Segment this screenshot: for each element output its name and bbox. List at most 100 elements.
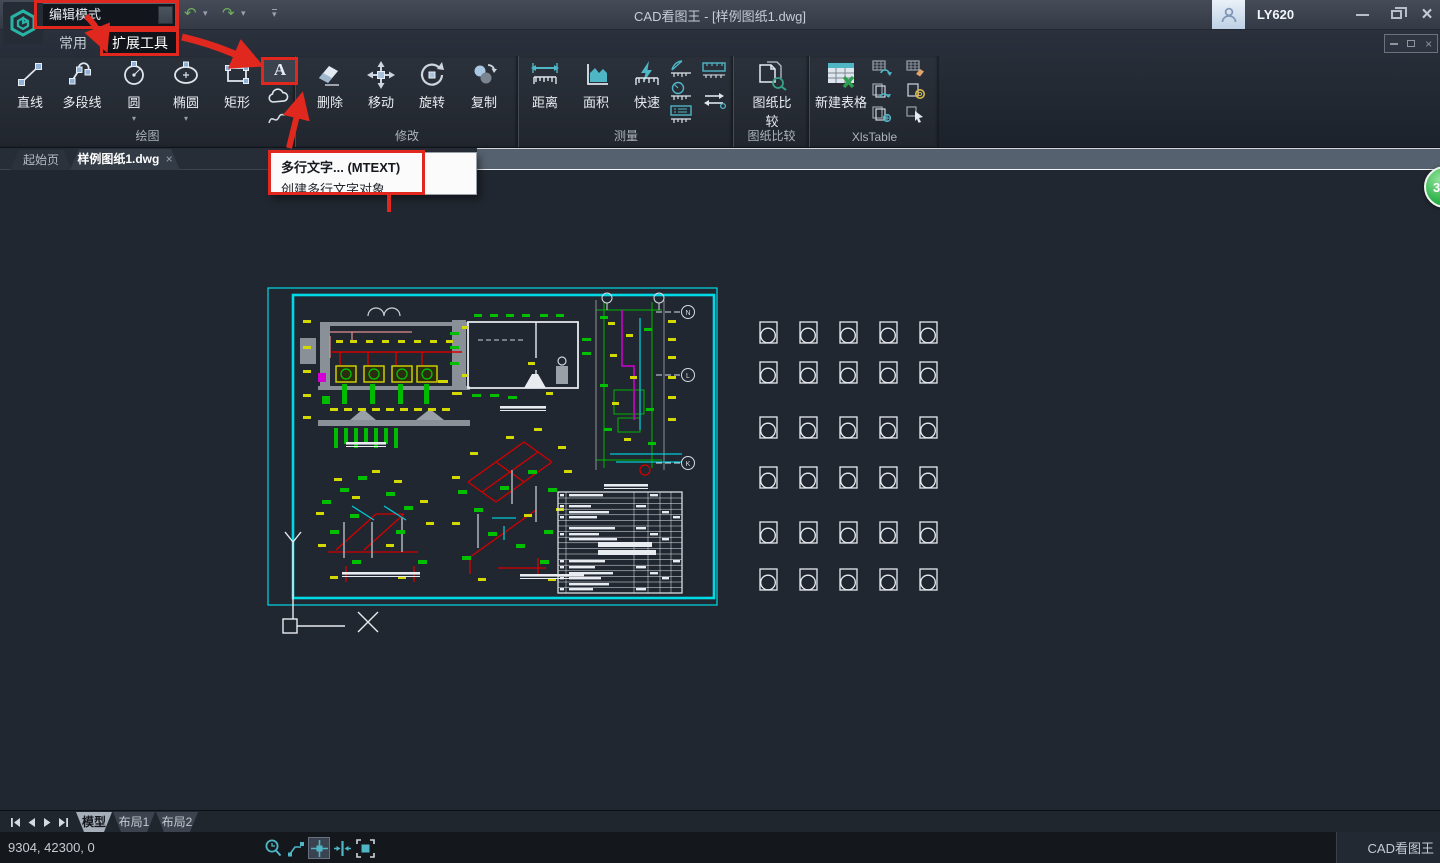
crosshair-toggle-button[interactable] — [308, 837, 330, 859]
fit-view-button[interactable] — [354, 837, 376, 859]
convert-arrows-icon — [701, 90, 727, 110]
doc-tab-sample-drawing[interactable]: 样例图纸1.dwg × — [70, 149, 180, 170]
copy-button[interactable]: 复制 — [459, 59, 509, 111]
unit-convert-button[interactable] — [701, 90, 727, 115]
layout-tab-layout2[interactable]: 布局2 — [156, 812, 198, 832]
rectangle-icon — [221, 59, 253, 91]
customize-toolbar-caret[interactable]: ▾ — [272, 9, 277, 18]
doc-close-button[interactable]: × — [1425, 39, 1432, 49]
doc-restore-button[interactable] — [1407, 40, 1415, 47]
ruler-button[interactable] — [701, 60, 727, 85]
drawing-view-iso-center — [452, 428, 584, 581]
circle-button[interactable]: 圆 ▾ — [109, 59, 159, 111]
area-button[interactable]: 面积 — [571, 59, 621, 111]
zoom-time-button[interactable] — [262, 837, 284, 859]
minimize-button[interactable] — [1347, 0, 1377, 29]
mode-dropdown-handle[interactable] — [158, 6, 173, 24]
eraser-icon — [314, 59, 346, 91]
sheet-target-icon — [872, 106, 892, 123]
group-label-modify: 修改 — [296, 127, 518, 144]
cad-drawing[interactable]: NLK — [0, 170, 1440, 810]
radius-icon — [668, 81, 694, 102]
undo-dropdown-caret[interactable]: ▾ — [203, 0, 208, 26]
sheet-sync-button[interactable] — [872, 83, 892, 105]
drawing-canvas[interactable]: NLK — [0, 170, 1440, 810]
close-button[interactable]: × — [1412, 0, 1440, 29]
drawing-compare-label: 图纸比较 — [747, 92, 797, 130]
next-layout-button[interactable] — [40, 816, 54, 828]
doc-tab-close-icon[interactable]: × — [166, 152, 173, 166]
rectangle-button[interactable]: 矩形 — [212, 59, 262, 111]
tooltip-title: 多行文字... (MTEXT) — [281, 157, 476, 176]
line-icon — [14, 59, 46, 91]
mode-dropdown[interactable]: 编辑模式 — [40, 3, 176, 27]
layout-tab-layout2-label: 布局2 — [162, 815, 193, 829]
layout-tab-layout1[interactable]: 布局1 — [113, 812, 155, 832]
ellipse-dropdown-caret[interactable]: ▾ — [161, 114, 211, 123]
tooltip-description: 创建多行文字对象 — [281, 179, 476, 198]
person-icon — [1219, 5, 1239, 25]
doc-tab-sample-label: 样例图纸1.dwg — [77, 152, 159, 166]
user-avatar[interactable] — [1212, 0, 1245, 29]
group-label-draw: 绘图 — [0, 127, 295, 144]
table-update-button[interactable] — [872, 60, 892, 82]
ellipse-button[interactable]: 椭圆 ▾ — [161, 59, 211, 111]
restore-button[interactable] — [1381, 0, 1411, 29]
prev-layout-button[interactable] — [24, 816, 38, 828]
snap-toggle-button[interactable] — [331, 837, 353, 859]
new-table-button[interactable]: 新建表格 — [812, 59, 870, 111]
polyline-button[interactable]: 多段线 — [57, 59, 107, 111]
svg-text:L: L — [686, 373, 690, 380]
sheet-coin-icon — [906, 83, 926, 100]
table-erase-button[interactable] — [906, 60, 926, 82]
redo-button[interactable]: ↷ — [222, 2, 235, 26]
cube-logo-icon — [9, 9, 37, 37]
ellipse-icon — [170, 59, 202, 91]
quick-measure-button[interactable]: 快速 — [622, 59, 672, 111]
app-logo-icon[interactable] — [3, 2, 43, 44]
last-layout-button[interactable] — [56, 816, 70, 828]
fixture-symbol-grid — [760, 322, 937, 590]
distance-button[interactable]: 距离 — [520, 59, 570, 111]
circle-dropdown-caret[interactable]: ▾ — [109, 114, 159, 123]
erase-button[interactable]: 删除 — [305, 59, 355, 111]
ribbon-tab-common[interactable]: 常用 — [44, 31, 102, 56]
first-layout-button[interactable] — [8, 816, 22, 828]
erase-label: 删除 — [305, 92, 355, 111]
sheet-locate-button[interactable] — [872, 106, 892, 128]
scribble-icon — [266, 108, 294, 128]
polyline-mode-button[interactable] — [285, 837, 307, 859]
doc-minimize-button[interactable] — [1390, 43, 1398, 45]
line-button[interactable]: 直线 — [5, 59, 55, 111]
circle-label: 圆 — [109, 92, 159, 111]
rotate-label: 旋转 — [407, 92, 457, 111]
sheet-coin-button[interactable] — [906, 83, 926, 105]
line-label: 直线 — [5, 92, 55, 111]
layout-tab-model[interactable]: 模型 — [76, 812, 112, 832]
ribbon-tab-extended[interactable]: 扩展工具 — [102, 31, 178, 56]
doc-tab-start-label: 起始页 — [23, 153, 59, 167]
move-button[interactable]: 移动 — [356, 59, 406, 111]
mtext-button[interactable]: A — [263, 58, 297, 83]
document-tab-bar-empty — [477, 148, 1440, 170]
doc-tab-start-page[interactable]: 起始页 — [10, 150, 72, 170]
undo-button[interactable]: ↶ — [184, 2, 197, 26]
drawing-compare-button[interactable]: 图纸比较 — [747, 59, 797, 130]
table-refresh-icon — [872, 60, 892, 77]
ribbon-group-measure: 距离 面积 快速 — [519, 56, 734, 147]
ucs-icon — [283, 532, 345, 633]
drawing-view-iso-left — [316, 470, 434, 582]
list-icon — [668, 104, 694, 125]
cursor-icon — [906, 106, 926, 123]
compare-sheets-icon — [754, 59, 790, 91]
minimize-icon — [1356, 14, 1369, 16]
drawing-view-tank — [450, 314, 591, 411]
redo-dropdown-caret[interactable]: ▾ — [241, 0, 246, 26]
rotate-button[interactable]: 旋转 — [407, 59, 457, 111]
table-eraser-icon — [906, 60, 926, 77]
new-table-label: 新建表格 — [812, 92, 870, 111]
table-pick-button[interactable] — [906, 106, 926, 128]
polyline-icon — [66, 59, 98, 91]
rectangle-label: 矩形 — [212, 92, 262, 111]
layout-tab-model-label: 模型 — [82, 815, 106, 829]
